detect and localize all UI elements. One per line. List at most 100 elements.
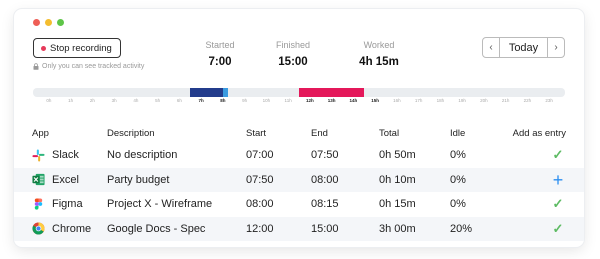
added-check-icon: ✓ — [552, 196, 564, 212]
total-cell: 0h 50m — [379, 149, 416, 162]
timeline-hour-label: 0h — [46, 98, 52, 103]
app-cell: Excel — [32, 168, 79, 193]
header-idle: Idle — [450, 127, 466, 139]
timeline-hour-label: 3h — [111, 98, 117, 103]
maximize-window-button[interactable] — [57, 19, 64, 26]
description-cell: Project X - Wireframe — [107, 198, 213, 211]
previous-day-button[interactable]: ‹ — [483, 38, 500, 57]
worked-label: Worked — [363, 40, 395, 50]
privacy-note-text: Only you can see tracked activity — [42, 63, 145, 70]
timeline-hour-label: 5h — [155, 98, 161, 103]
app-cell: Slack — [32, 143, 79, 168]
header-app: App — [32, 127, 49, 139]
finished-label: Finished — [275, 40, 311, 50]
timeline-hour-label: 8h — [220, 98, 226, 103]
close-window-button[interactable] — [33, 19, 40, 26]
timeline-hour-label: 16h — [393, 98, 401, 103]
window-controls — [33, 19, 64, 26]
total-cell: 3h 00m — [379, 222, 416, 235]
start-cell: 07:50 — [246, 173, 274, 186]
timeline-hour-label: 10h — [262, 98, 271, 103]
start-cell: 08:00 — [246, 198, 274, 211]
date-navigator: ‹ Today › — [482, 37, 565, 58]
stop-recording-button[interactable]: Stop recording — [33, 38, 121, 58]
chevron-left-icon: ‹ — [489, 42, 493, 53]
app-name: Excel — [52, 173, 79, 186]
excel-icon — [32, 174, 45, 186]
next-day-button[interactable]: › — [547, 38, 564, 57]
table-row[interactable]: Slack No description 07:00 07:50 0h 50m … — [14, 143, 584, 168]
start-cell: 12:00 — [246, 222, 274, 235]
timeline-hour-label: 23h — [545, 98, 553, 103]
app-name: Slack — [52, 149, 79, 162]
timeline-hour-label: 4h — [133, 98, 139, 103]
timeline-hour-label: 2h — [89, 98, 95, 103]
timeline-activity-segment[interactable] — [190, 88, 223, 97]
end-cell: 15:00 — [311, 222, 339, 235]
end-cell: 07:50 — [311, 149, 339, 162]
minimize-window-button[interactable] — [45, 19, 52, 26]
timeline-hour-label: 22h — [523, 98, 532, 103]
timeline-hour-label: 7h — [198, 98, 204, 103]
header-add-as-entry: Add as entry — [512, 127, 566, 139]
timeline-hour-label: 1h — [68, 98, 74, 103]
timeline-hour-label: 19h — [458, 98, 466, 103]
timeline-activity-segment[interactable] — [222, 88, 229, 97]
app-cell: Figma — [32, 192, 83, 217]
timeline-hour-label: 11h — [284, 98, 292, 103]
header-start: Start — [246, 127, 267, 139]
worked-stat: Worked 4h 15m — [354, 40, 404, 68]
started-stat: Started 7:00 — [200, 40, 240, 68]
header-total: Total — [379, 127, 400, 139]
finished-value: 15:00 — [278, 56, 308, 68]
total-cell: 0h 10m — [379, 173, 416, 186]
start-cell: 07:00 — [246, 149, 274, 162]
slack-icon — [32, 149, 45, 162]
finished-stat: Finished 15:00 — [271, 40, 315, 68]
worked-value: 4h 15m — [359, 56, 399, 68]
timeline-hour-label: 14h — [349, 98, 358, 103]
chrome-icon — [32, 222, 45, 235]
added-check-icon: ✓ — [552, 147, 564, 163]
timeline-activity-segment[interactable] — [299, 88, 365, 97]
timeline-hour-label: 18h — [436, 98, 445, 103]
privacy-note: Only you can see tracked activity — [33, 63, 144, 70]
started-value: 7:00 — [208, 56, 232, 68]
idle-cell: 0% — [450, 198, 466, 211]
description-cell: No description — [107, 149, 178, 162]
timeline-hour-label: 20h — [480, 98, 488, 103]
lock-icon — [33, 63, 39, 70]
activity-table: App Description Start End Total Idle Add… — [14, 123, 584, 241]
idle-cell: 20% — [450, 222, 473, 235]
today-button[interactable]: Today — [500, 38, 547, 57]
app-cell: Chrome — [32, 217, 91, 242]
added-check-icon: ✓ — [552, 220, 564, 236]
started-label: Started — [205, 40, 235, 50]
timeline-hour-label: 12h — [305, 98, 314, 103]
table-header-row: App Description Start End Total Idle Add… — [14, 123, 584, 143]
activity-timeline[interactable] — [33, 88, 565, 97]
timeline-hour-label: 17h — [414, 98, 423, 103]
end-cell: 08:15 — [311, 198, 339, 211]
description-cell: Google Docs - Spec — [107, 222, 206, 235]
timeline-hour-label: 13h — [327, 98, 336, 103]
record-dot-icon — [41, 45, 46, 51]
idle-cell: 0% — [450, 173, 466, 186]
table-row[interactable]: Excel Party budget 07:50 08:00 0h 10m 0%… — [14, 167, 584, 193]
description-cell: Party budget — [107, 173, 170, 186]
header-description: Description — [107, 127, 155, 139]
timeline-hour-label: 9h — [242, 98, 248, 103]
idle-cell: 0% — [450, 149, 466, 162]
chevron-right-icon: › — [554, 42, 558, 53]
app-name: Chrome — [52, 222, 92, 235]
time-tracker-window: Stop recording Only you can see tracked … — [14, 9, 584, 247]
table-row[interactable]: Figma Project X - Wireframe 08:00 08:15 … — [14, 192, 584, 217]
timeline-hour-label: 6h — [176, 98, 182, 103]
table-row[interactable]: Chrome Google Docs - Spec 12:00 15:00 3h… — [14, 216, 584, 242]
figma-icon — [34, 198, 43, 210]
app-name: Figma — [52, 198, 83, 211]
timeline-hour-labels: 0h 1h 2h 3h 4h 5h 6h 7h 8h 9h 10h 11h 12h 13h 14h 15h 16… — [33, 98, 565, 106]
total-cell: 0h 15m — [379, 198, 416, 211]
add-entry-plus-icon[interactable]: + — [550, 168, 566, 193]
timeline-hour-label: 15h — [371, 98, 380, 103]
